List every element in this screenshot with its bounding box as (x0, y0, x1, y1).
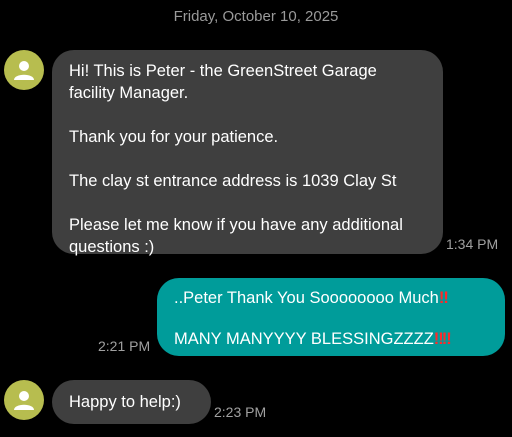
person-icon (14, 391, 34, 410)
message-text: MANY MANYYYY BLESSINGZZZZ (174, 330, 434, 348)
message-timestamp: 2:23 PM (214, 404, 267, 420)
message-line: MANY MANYYYY BLESSINGZZZZ‼‼ (174, 328, 488, 350)
message-bubble-outgoing[interactable]: ..Peter Thank You Soooooooo Much‼ MANY M… (157, 278, 505, 356)
avatar[interactable] (4, 50, 44, 90)
message-timestamp: 1:34 PM (446, 236, 499, 252)
message-bubble-incoming[interactable]: Hi! This is Peter - the GreenStreet Gara… (52, 50, 443, 256)
message-timestamp: 2:21 PM (98, 338, 151, 354)
message-line: ..Peter Thank You Soooooooo Much‼ (174, 287, 488, 309)
message-text: ..Peter Thank You Soooooooo Much (174, 289, 439, 307)
double-exclamation-emoji: ‼‼ (433, 330, 452, 348)
message-bubble-incoming[interactable]: Happy to help:) (52, 380, 211, 424)
person-icon (14, 61, 34, 80)
date-header: Friday, October 10, 2025 (173, 8, 339, 25)
double-exclamation-emoji: ‼ (438, 289, 449, 307)
avatar[interactable] (4, 380, 44, 420)
